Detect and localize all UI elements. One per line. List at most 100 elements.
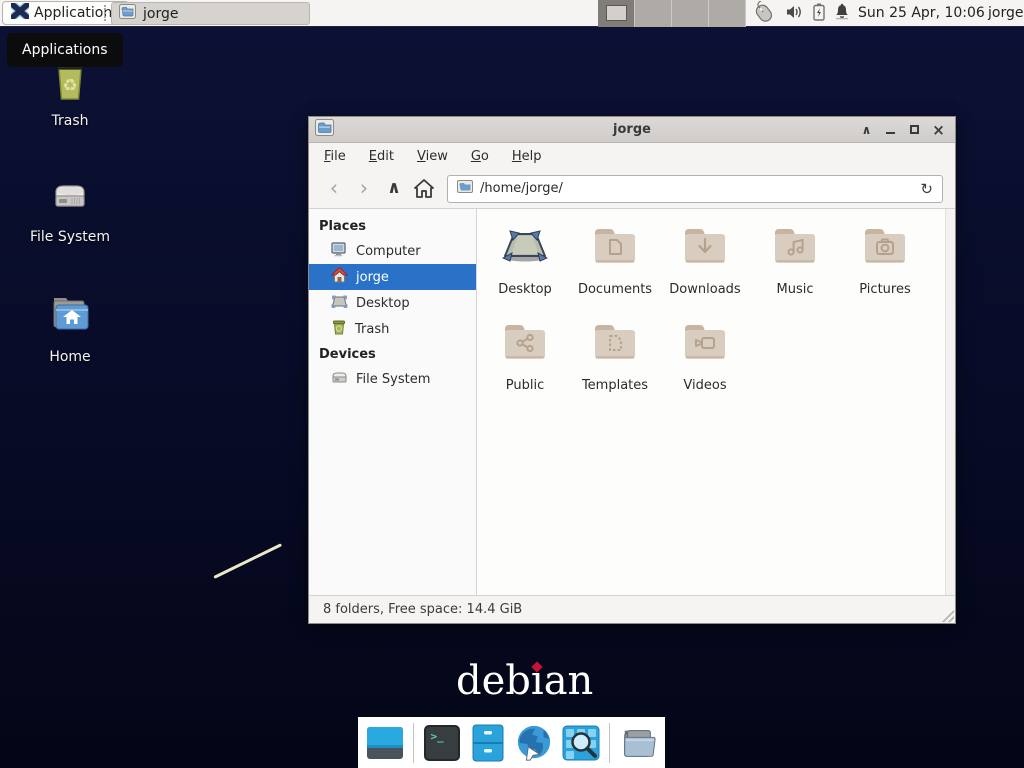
- file-item-pictures[interactable]: Pictures: [840, 221, 930, 317]
- file-item-documents[interactable]: Documents: [570, 221, 660, 317]
- applications-menu-button[interactable]: Applications: [2, 1, 129, 25]
- panel-username[interactable]: jorge: [988, 5, 1023, 21]
- file-item-label: Desktop: [498, 282, 552, 297]
- documents-folder-icon: [591, 223, 639, 275]
- devices-header: Devices: [309, 342, 476, 366]
- desktop-icon-home[interactable]: Home: [22, 290, 118, 365]
- dock-separator: [413, 723, 414, 763]
- up-button[interactable]: ∧: [379, 175, 409, 203]
- vertical-scrollbar[interactable]: [945, 209, 955, 595]
- menu-edit[interactable]: Edit: [369, 149, 394, 164]
- shade-button[interactable]: ∧: [859, 122, 874, 137]
- app-finder-launcher[interactable]: [562, 724, 600, 762]
- computer-icon: [331, 242, 348, 261]
- taskbar-window-button[interactable]: jorge: [111, 2, 310, 25]
- taskbar-folder-icon: [119, 4, 136, 23]
- window-body: Places Computer: [309, 209, 955, 595]
- file-item-templates[interactable]: Templates: [570, 317, 660, 413]
- panel-clock[interactable]: Sun 25 Apr, 10:06: [858, 5, 985, 21]
- file-item-label: Music: [777, 282, 814, 297]
- debian-wallpaper-logo: debıan: [456, 658, 593, 704]
- sidebar-item-label: Desktop: [356, 296, 410, 311]
- reload-button[interactable]: ↻: [920, 180, 933, 198]
- menu-file[interactable]: File: [324, 149, 346, 164]
- back-button[interactable]: ‹: [319, 175, 349, 203]
- sidebar-item-desktop[interactable]: Desktop: [309, 290, 476, 316]
- notifications-bell-icon[interactable]: [834, 3, 850, 24]
- desktop-icon-file-system[interactable]: File System: [22, 170, 118, 245]
- directory-menu-launcher[interactable]: [619, 724, 657, 762]
- home-button[interactable]: [409, 175, 439, 203]
- file-item-label: Templates: [582, 378, 648, 393]
- minimize-button[interactable]: [883, 122, 898, 137]
- web-browser-launcher[interactable]: [515, 724, 553, 762]
- volume-icon[interactable]: [785, 4, 804, 24]
- pager-window-preview: [606, 5, 627, 21]
- file-item-desktop[interactable]: Desktop: [480, 221, 570, 317]
- sidebar-item-label: File System: [356, 372, 430, 387]
- file-item-label: Downloads: [669, 282, 740, 297]
- hard-drive-icon: [46, 170, 94, 222]
- location-bar[interactable]: /home/jorge/ ↻: [447, 175, 943, 203]
- sidebar-item-computer[interactable]: Computer: [309, 238, 476, 264]
- menu-help[interactable]: Help: [512, 149, 542, 164]
- wallpaper-artifact-line: [213, 543, 282, 579]
- menubar: File Edit View Go Help: [309, 143, 955, 169]
- system-tray: [750, 0, 850, 27]
- workspace-3[interactable]: [672, 0, 709, 27]
- toolbar: ‹ › ∧ /home/jorge/ ↻: [309, 169, 955, 209]
- battery-icon[interactable]: [813, 3, 825, 25]
- file-view[interactable]: Desktop Documents: [478, 209, 955, 595]
- forward-button[interactable]: ›: [349, 175, 379, 203]
- menu-go[interactable]: Go: [471, 149, 489, 164]
- desktop-special-icon: [501, 223, 549, 275]
- dock-separator: [609, 723, 610, 763]
- maximize-button[interactable]: [907, 122, 922, 137]
- desktop-icon-label: File System: [30, 229, 110, 245]
- trash-small-icon: [331, 319, 347, 339]
- menu-view[interactable]: View: [417, 149, 448, 164]
- path-folder-icon: [457, 180, 473, 197]
- file-item-downloads[interactable]: Downloads: [660, 221, 750, 317]
- applications-menu-label: Applications: [34, 5, 120, 21]
- sidebar-item-label: Computer: [356, 244, 421, 259]
- file-item-public[interactable]: Public: [480, 317, 570, 413]
- home-folder-icon: [46, 290, 94, 342]
- sidebar-item-label: jorge: [356, 270, 389, 285]
- xfce-logo-icon: [11, 3, 29, 23]
- music-folder-icon: [771, 223, 819, 275]
- show-desktop-button[interactable]: [366, 724, 404, 762]
- bottom-dock: >_: [358, 717, 665, 768]
- workspace-2[interactable]: [635, 0, 672, 27]
- file-item-label: Videos: [683, 378, 726, 393]
- location-path-text: /home/jorge/: [480, 181, 563, 196]
- workspace-4[interactable]: [709, 0, 746, 27]
- statusbar: 8 folders, Free space: 14.4 GiB: [309, 595, 955, 623]
- file-item-videos[interactable]: Videos: [660, 317, 750, 413]
- desktop-icon: [331, 294, 348, 313]
- file-item-music[interactable]: Music: [750, 221, 840, 317]
- top-panel: Applications jorge: [0, 0, 1024, 27]
- terminal-launcher[interactable]: >_: [423, 724, 460, 762]
- file-manager-launcher[interactable]: [469, 724, 506, 762]
- sidebar-item-jorge[interactable]: jorge: [309, 264, 476, 290]
- titlebar[interactable]: jorge ∧ ×: [309, 117, 955, 143]
- pictures-folder-icon: [861, 223, 909, 275]
- taskbar-window-label: jorge: [143, 6, 178, 22]
- home-icon: [331, 267, 348, 287]
- sidebar-item-trash[interactable]: Trash: [309, 316, 476, 342]
- file-item-label: Documents: [578, 282, 652, 297]
- videos-folder-icon: [681, 319, 729, 371]
- downloads-folder-icon: [681, 223, 729, 275]
- mouse-settings-icon[interactable]: [750, 1, 776, 27]
- terminal-prompt: >_: [424, 725, 460, 761]
- desktop-icon-label: Home: [49, 349, 90, 365]
- tasklist-grip[interactable]: [104, 5, 106, 21]
- desktop-icon-label: Trash: [52, 113, 89, 129]
- resize-grip[interactable]: [942, 610, 954, 622]
- file-manager-window: jorge ∧ × File Edit View Go Help ‹ › ∧: [308, 116, 956, 624]
- close-button[interactable]: ×: [931, 122, 946, 137]
- sidebar-item-file-system[interactable]: File System: [309, 366, 476, 392]
- recycle-symbol: ♻: [62, 76, 77, 96]
- workspace-1[interactable]: [598, 0, 635, 27]
